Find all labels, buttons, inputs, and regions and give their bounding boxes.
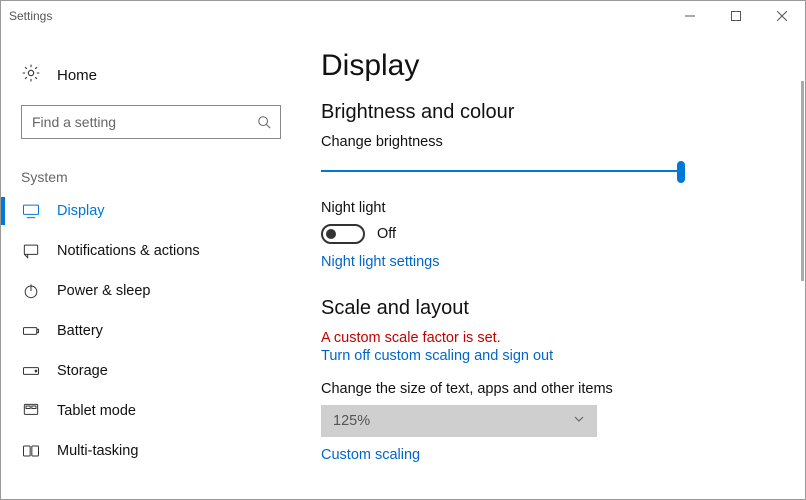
nav-item-storage[interactable]: Storage xyxy=(1,351,301,391)
window-title: Settings xyxy=(9,9,52,23)
maximize-button[interactable] xyxy=(713,1,759,31)
search-input[interactable] xyxy=(22,114,248,130)
nav-label: Multi-tasking xyxy=(57,443,138,459)
gear-icon xyxy=(21,63,41,88)
storage-icon xyxy=(21,361,41,381)
multitasking-icon xyxy=(21,441,41,461)
night-light-toggle[interactable] xyxy=(321,224,365,244)
caption-buttons xyxy=(667,1,805,31)
tablet-icon xyxy=(21,401,41,421)
notifications-icon xyxy=(21,241,41,261)
section-scale: Scale and layout xyxy=(321,297,765,320)
scale-label: Change the size of text, apps and other … xyxy=(321,381,765,397)
night-light-settings-link[interactable]: Night light settings xyxy=(321,254,439,270)
search-icon xyxy=(248,115,280,129)
nav-label: Display xyxy=(57,203,105,219)
nav-item-tablet[interactable]: Tablet mode xyxy=(1,391,301,431)
nav-item-notifications[interactable]: Notifications & actions xyxy=(1,231,301,271)
nav-item-power[interactable]: Power & sleep xyxy=(1,271,301,311)
page-title: Display xyxy=(321,49,765,83)
power-icon xyxy=(21,281,41,301)
scale-value: 125% xyxy=(333,413,370,429)
brightness-label: Change brightness xyxy=(321,134,765,150)
nav-item-display[interactable]: Display xyxy=(1,191,301,231)
search-box[interactable] xyxy=(21,105,281,139)
group-label: System xyxy=(21,169,301,185)
minimize-button[interactable] xyxy=(667,1,713,31)
scrollbar[interactable] xyxy=(801,81,804,281)
nav-label: Battery xyxy=(57,323,103,339)
display-icon xyxy=(21,201,41,221)
nav-label: Storage xyxy=(57,363,108,379)
nav-label: Tablet mode xyxy=(57,403,136,419)
main-panel: Display Brightness and colour Change bri… xyxy=(301,31,805,500)
turn-off-custom-scaling-link[interactable]: Turn off custom scaling and sign out xyxy=(321,348,553,364)
titlebar: Settings xyxy=(1,1,805,31)
night-light-state: Off xyxy=(377,226,396,242)
night-light-label: Night light xyxy=(321,200,765,216)
brightness-slider[interactable] xyxy=(321,158,681,186)
nav-label: Notifications & actions xyxy=(57,243,200,259)
custom-scaling-link[interactable]: Custom scaling xyxy=(321,447,420,463)
nav-item-multitasking[interactable]: Multi-tasking xyxy=(1,431,301,471)
chevron-down-icon xyxy=(573,413,585,429)
battery-icon xyxy=(21,321,41,341)
home-button[interactable]: Home xyxy=(1,55,301,95)
nav-label: Power & sleep xyxy=(57,283,151,299)
scale-dropdown[interactable]: 125% xyxy=(321,405,597,437)
close-button[interactable] xyxy=(759,1,805,31)
sidebar: Home System Display Notifications & acti… xyxy=(1,31,301,500)
scale-warning: A custom scale factor is set. xyxy=(321,330,765,346)
home-label: Home xyxy=(57,67,97,84)
section-brightness: Brightness and colour xyxy=(321,101,765,124)
nav-item-battery[interactable]: Battery xyxy=(1,311,301,351)
